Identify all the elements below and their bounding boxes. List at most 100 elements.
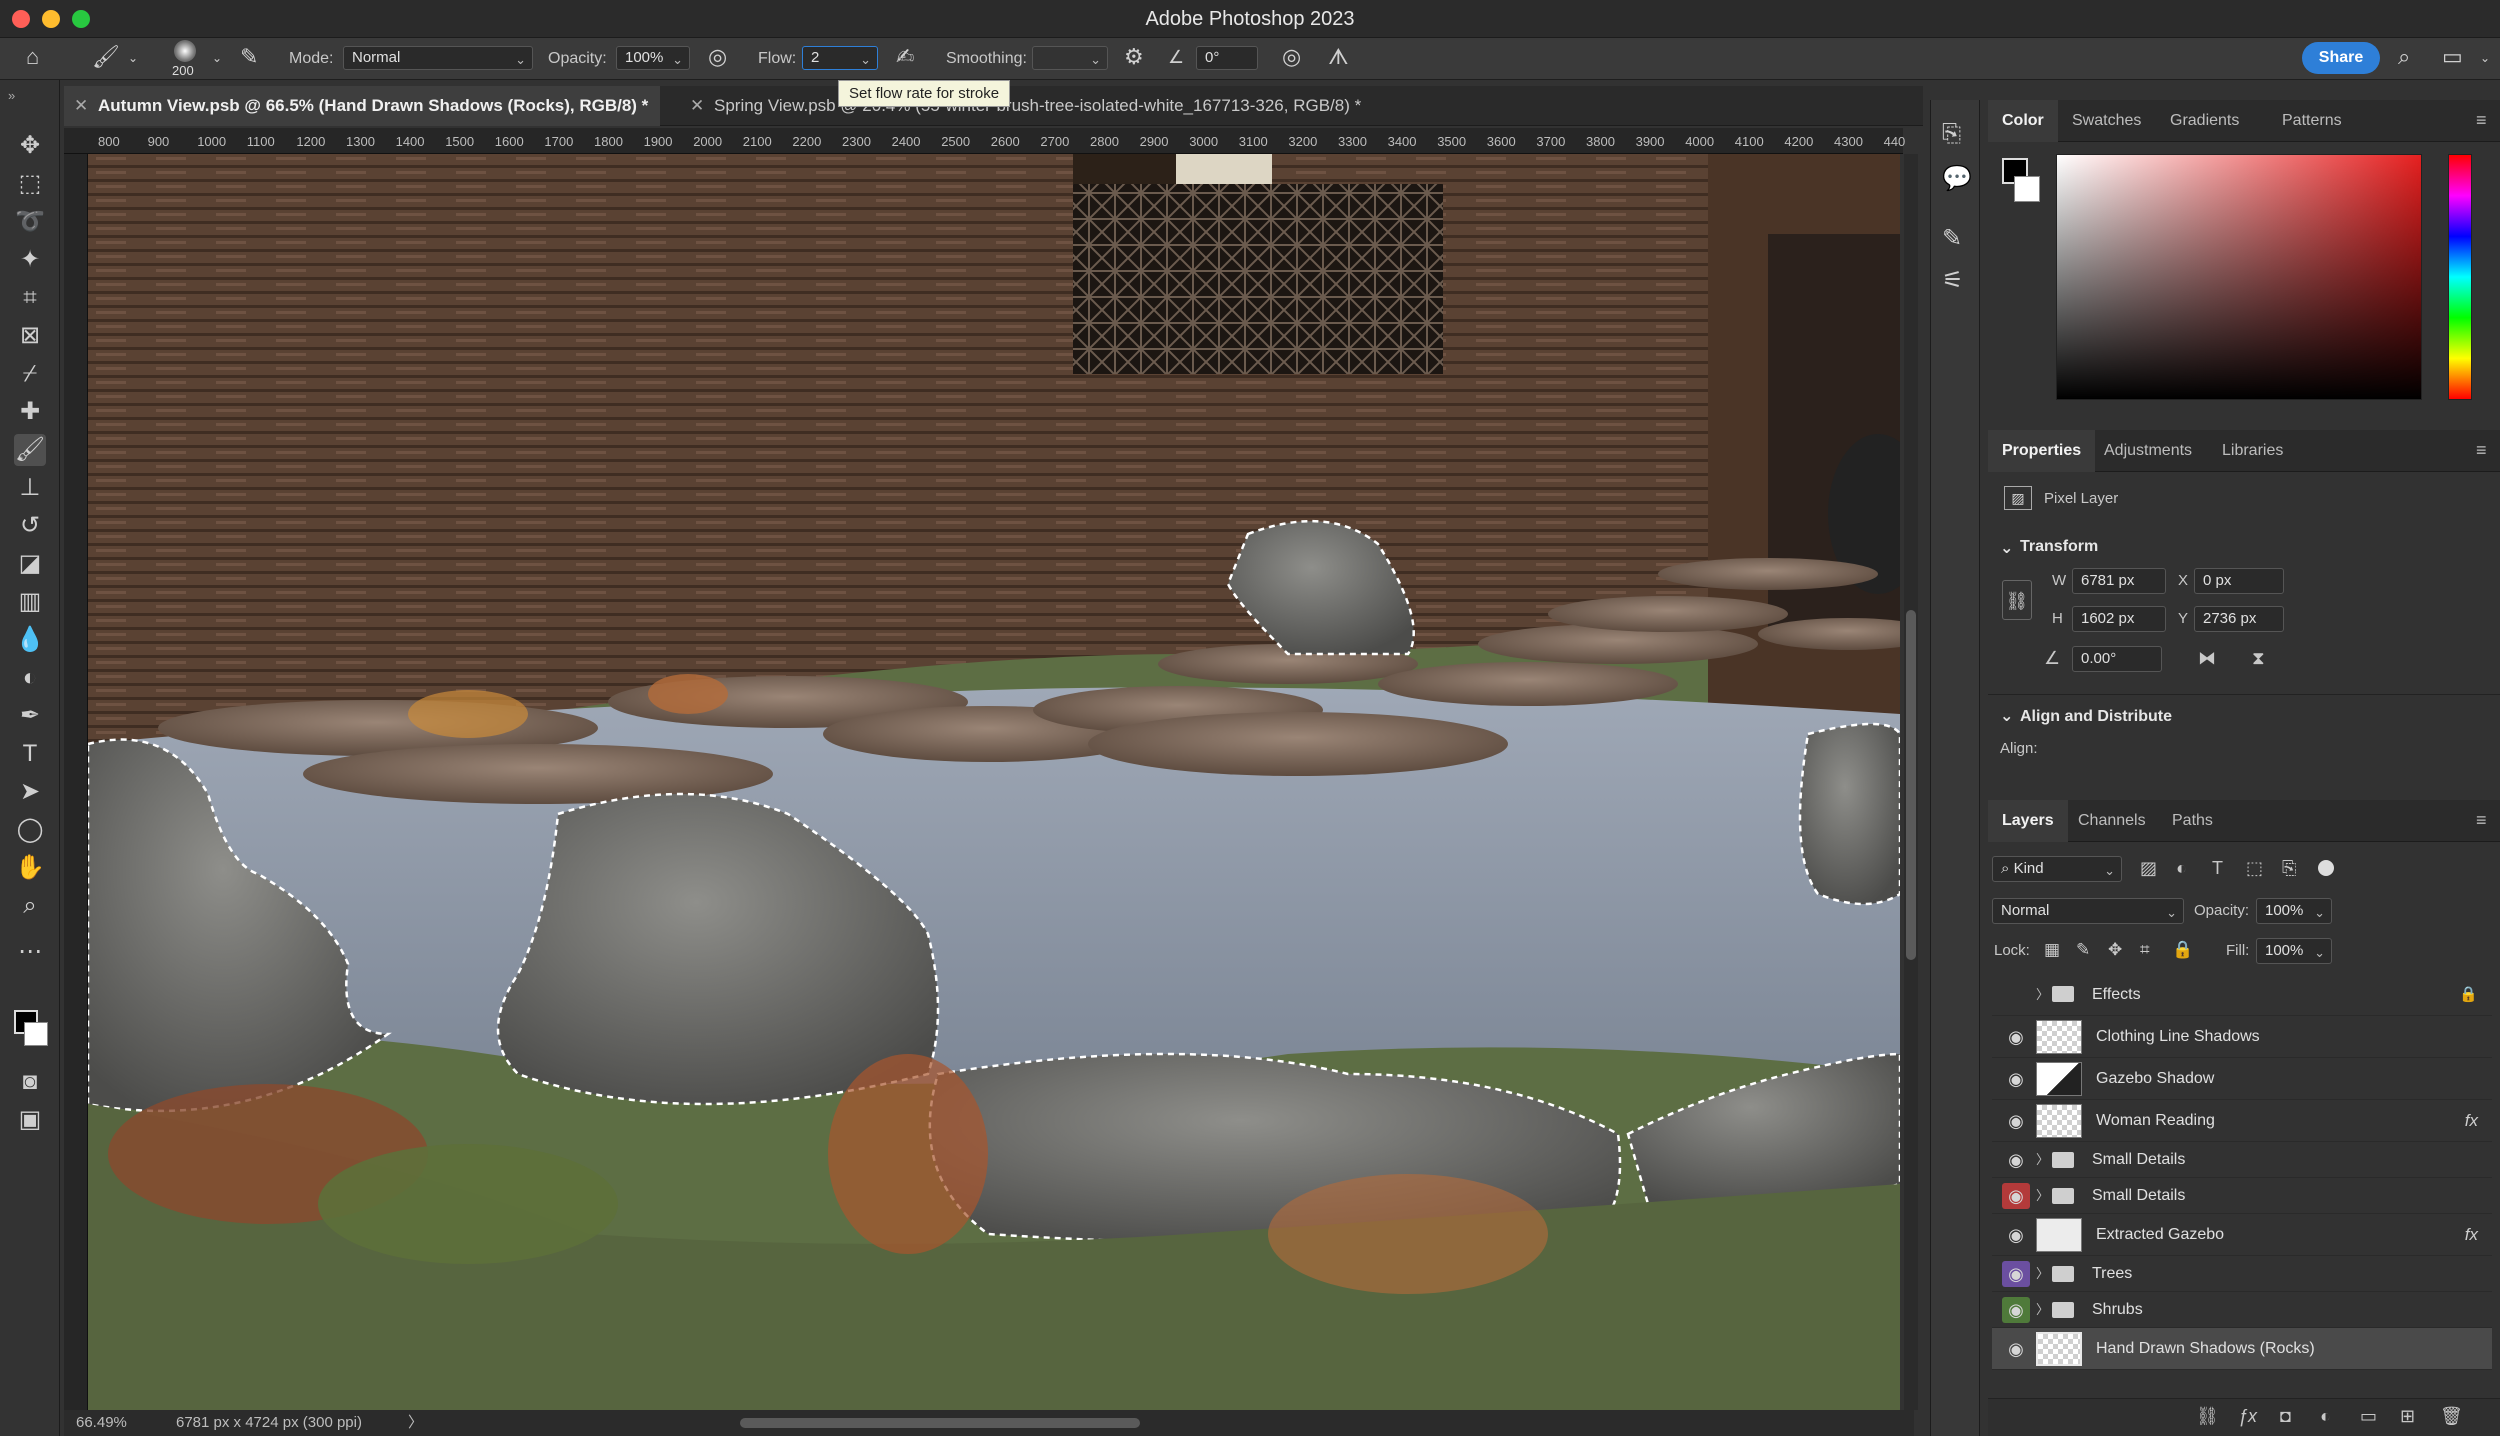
chevron-right-icon[interactable]: 〉 bbox=[2036, 1292, 2049, 1328]
panel-menu-icon[interactable]: ≡ bbox=[2476, 110, 2487, 131]
close-icon[interactable]: ✕ bbox=[74, 86, 88, 126]
gear-icon[interactable]: ⚙ bbox=[1124, 46, 1144, 68]
new-layer-icon[interactable]: ⊞ bbox=[2400, 1406, 2415, 1427]
gradient-tool-icon[interactable]: ▥ bbox=[14, 586, 46, 618]
height-field[interactable]: 1602 px bbox=[2072, 606, 2166, 632]
ellipse-tool-icon[interactable]: ◯ bbox=[14, 814, 46, 846]
chevron-right-icon[interactable]: 〉 bbox=[2036, 1178, 2049, 1214]
panel-menu-icon[interactable]: ≡ bbox=[2476, 810, 2487, 831]
tab-color[interactable]: Color bbox=[1988, 100, 2058, 142]
lock-transparency-icon[interactable]: ▦ bbox=[2044, 940, 2060, 960]
magic-wand-icon[interactable]: ✦ bbox=[14, 244, 46, 276]
crop-tool-icon[interactable]: ⌗ bbox=[14, 282, 46, 314]
close-icon[interactable]: ✕ bbox=[690, 86, 704, 126]
mode-select[interactable]: Normal ⌄ bbox=[343, 46, 533, 70]
pen-tool-icon[interactable]: ✒ bbox=[14, 700, 46, 732]
chevron-down-icon[interactable]: ⌄ bbox=[2000, 538, 2013, 558]
marquee-tool-icon[interactable]: ⬚ bbox=[14, 168, 46, 200]
eye-icon[interactable]: ◉ bbox=[2002, 1261, 2030, 1287]
layer-row[interactable]: ◉ Gazebo Shadow bbox=[1992, 1058, 2492, 1100]
opacity-field[interactable]: 100% ⌄ bbox=[616, 46, 690, 70]
rotation-field[interactable]: 0.00° bbox=[2072, 646, 2162, 672]
visibility-toggle[interactable]: ◉ bbox=[2002, 982, 2030, 1008]
brush-tool-icon[interactable]: 🖌 bbox=[92, 46, 120, 68]
tab-swatches[interactable]: Swatches bbox=[2058, 100, 2155, 142]
airbrush-icon[interactable]: ✍ bbox=[896, 46, 914, 68]
chevron-down-icon[interactable]: ⌄ bbox=[2000, 706, 2013, 726]
symmetry-icon[interactable]: ᗑ bbox=[1328, 46, 1349, 68]
adjustments-icon[interactable]: ⚟ bbox=[1942, 266, 1964, 295]
lock-artboard-icon[interactable]: ⌗ bbox=[2140, 940, 2150, 960]
flip-vertical-icon[interactable]: ⧗ bbox=[2252, 648, 2265, 669]
tab-autumn-view[interactable]: ✕ Autumn View.psb @ 66.5% (Hand Drawn Sha… bbox=[64, 86, 661, 126]
trash-icon[interactable]: 🗑 bbox=[2440, 1406, 2463, 1427]
eye-icon[interactable]: ◉ bbox=[2002, 1222, 2030, 1248]
tab-spring-view[interactable]: ✕ Spring View.psb @ 20.4% (55-winter-brus… bbox=[680, 86, 1373, 126]
chevron-down-icon[interactable]: ⌄ bbox=[2480, 52, 2490, 64]
link-layers-icon[interactable]: ⛓ bbox=[2196, 1406, 2219, 1427]
pressure-size-icon[interactable]: ◎ bbox=[1282, 46, 1301, 68]
flow-field[interactable]: 2 ⌄ bbox=[802, 46, 878, 70]
tab-adjustments[interactable]: Adjustments bbox=[2090, 430, 2206, 472]
brush-angle-field[interactable]: 0° bbox=[1196, 46, 1258, 70]
filter-pixel-icon[interactable]: ▨ bbox=[2140, 858, 2157, 879]
vertical-scroll-thumb[interactable] bbox=[1906, 610, 1916, 960]
layer-row[interactable]: ◉ 〉 Shrubs bbox=[1992, 1292, 2492, 1328]
panel-menu-icon[interactable]: ≡ bbox=[2476, 440, 2487, 461]
eye-icon[interactable]: ◉ bbox=[2002, 1183, 2030, 1209]
lock-position-icon[interactable]: ✥ bbox=[2108, 940, 2122, 960]
fx-icon[interactable]: ƒx bbox=[2238, 1406, 2257, 1427]
blur-tool-icon[interactable]: 💧 bbox=[14, 624, 46, 656]
lasso-tool-icon[interactable]: ➰ bbox=[14, 206, 46, 238]
layer-row[interactable]: ◉ Extracted Gazebo fx bbox=[1992, 1214, 2492, 1256]
y-field[interactable]: 2736 px bbox=[2194, 606, 2284, 632]
adjustment-layer-icon[interactable]: ◐ bbox=[2320, 1406, 2331, 1427]
layer-row[interactable]: ◉ 〉 Trees bbox=[1992, 1256, 2492, 1292]
tab-properties[interactable]: Properties bbox=[1988, 430, 2096, 472]
pressure-opacity-icon[interactable]: ◎ bbox=[708, 46, 727, 68]
tab-layers[interactable]: Layers bbox=[1988, 800, 2068, 842]
add-mask-icon[interactable]: ◘ bbox=[2280, 1406, 2291, 1427]
eyedropper-icon[interactable]: ⌿ bbox=[14, 358, 46, 390]
width-field[interactable]: 6781 px bbox=[2072, 568, 2166, 594]
link-icon[interactable]: ⛓ bbox=[2002, 580, 2032, 620]
type-tool-icon[interactable]: T bbox=[14, 738, 46, 770]
filter-toggle[interactable] bbox=[2318, 860, 2334, 876]
filter-smart-object-icon[interactable]: ⎘ bbox=[2282, 858, 2296, 879]
brush-settings-icon[interactable]: ✎ bbox=[1942, 224, 1962, 253]
document-canvas[interactable] bbox=[88, 154, 1900, 1410]
move-tool-icon[interactable]: ✥ bbox=[14, 130, 46, 162]
eye-icon[interactable]: ◉ bbox=[2002, 1147, 2030, 1173]
blend-mode-select[interactable]: Normal ⌄ bbox=[1992, 898, 2184, 924]
color-picker-field[interactable] bbox=[2056, 154, 2422, 400]
comments-icon[interactable]: 💬 bbox=[1942, 164, 1972, 193]
eye-icon[interactable]: ◉ bbox=[2002, 1108, 2030, 1134]
hand-tool-icon[interactable]: ✋ bbox=[14, 852, 46, 884]
chevron-down-icon[interactable]: ⌄ bbox=[212, 52, 222, 64]
stamp-tool-icon[interactable]: ⊥ bbox=[14, 472, 46, 504]
history-brush-icon[interactable]: ↺ bbox=[14, 510, 46, 542]
healing-brush-icon[interactable]: ✚ bbox=[14, 396, 46, 428]
lock-pixels-icon[interactable]: ✎ bbox=[2076, 940, 2090, 960]
chevron-right-icon[interactable]: 〉 bbox=[2036, 974, 2049, 1016]
eraser-icon[interactable]: ◪ bbox=[14, 548, 46, 580]
layer-row[interactable]: ◉ 〉 Small Details bbox=[1992, 1142, 2492, 1178]
chevron-right-icon[interactable]: 〉 bbox=[2036, 1256, 2049, 1292]
eye-icon[interactable]: ◉ bbox=[2002, 1024, 2030, 1050]
zoom-tool-icon[interactable]: ⌕ bbox=[14, 890, 46, 922]
layer-row[interactable]: ◉ 〉 Small Details bbox=[1992, 1178, 2492, 1214]
fx-icon[interactable]: fx bbox=[2465, 1100, 2478, 1142]
brush-preset-icon[interactable] bbox=[174, 40, 196, 62]
layer-row[interactable]: ◉ Clothing Line Shadows bbox=[1992, 1016, 2492, 1058]
filter-shape-icon[interactable]: ⬚ bbox=[2246, 858, 2263, 879]
layer-row[interactable]: ◉ Woman Reading fx bbox=[1992, 1100, 2492, 1142]
more-tools-icon[interactable]: ⋯ bbox=[14, 936, 46, 968]
flip-horizontal-icon[interactable]: ⧓ bbox=[2198, 648, 2216, 669]
filter-type-icon[interactable]: T bbox=[2212, 858, 2223, 879]
fx-icon[interactable]: fx bbox=[2465, 1214, 2478, 1256]
filter-adjustment-icon[interactable]: ◐ bbox=[2176, 858, 2187, 879]
lock-all-icon[interactable]: 🔒 bbox=[2172, 940, 2193, 960]
frame-tool-icon[interactable]: ⊠ bbox=[14, 320, 46, 352]
share-button[interactable]: Share bbox=[2302, 42, 2380, 74]
dodge-tool-icon[interactable]: ◐ bbox=[14, 662, 46, 694]
